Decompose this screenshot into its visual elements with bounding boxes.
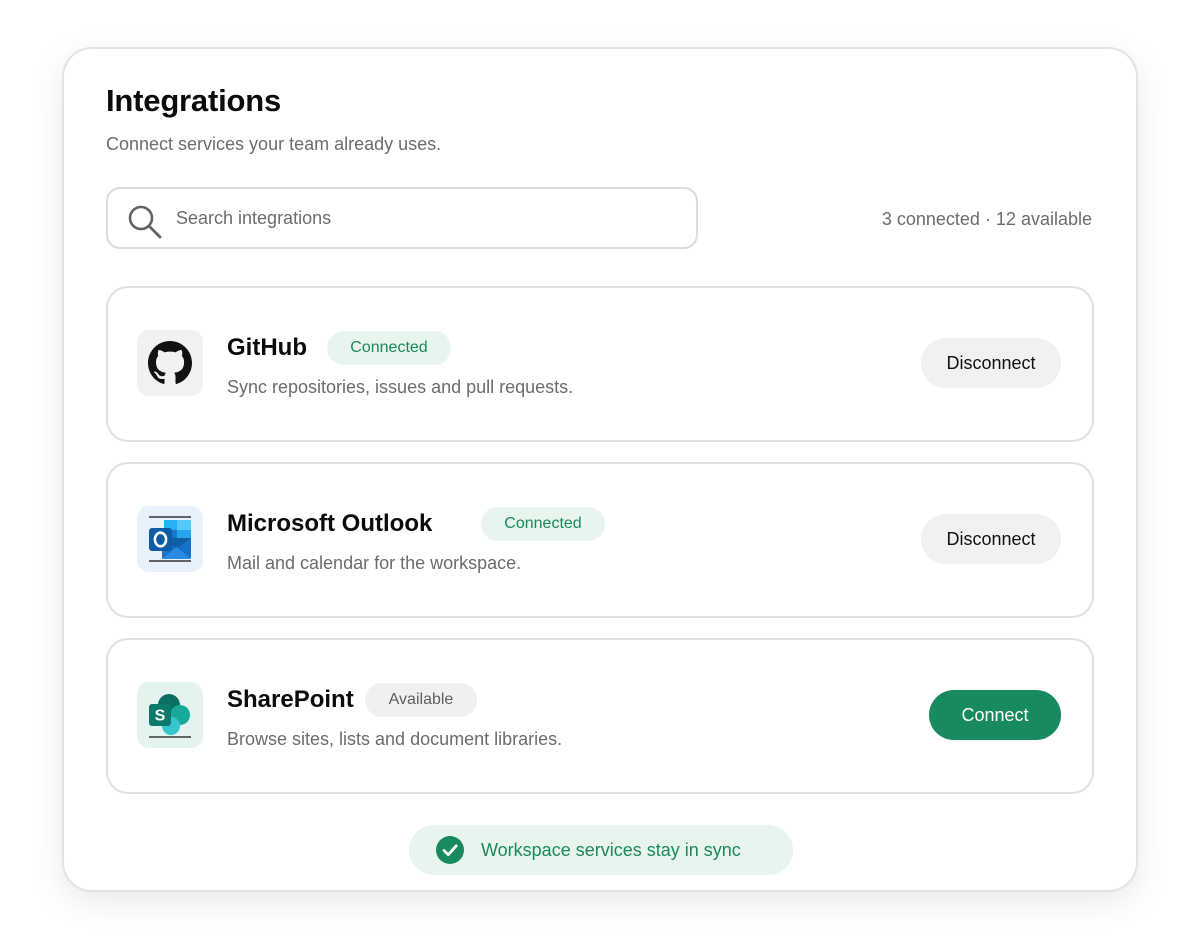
search-icon — [128, 205, 162, 239]
integration-description: Mail and calendar for the workspace. — [227, 553, 522, 573]
outlook-logo — [137, 506, 203, 572]
sync-status-pill: Workspace services stay in sync — [409, 825, 793, 875]
sharepoint-icon: S — [149, 694, 191, 738]
github-icon — [148, 341, 192, 384]
integration-name: SharePoint — [227, 686, 354, 713]
outlook-icon — [149, 516, 191, 562]
status-badge: Connected — [481, 507, 605, 541]
integration-card-github: GitHub Connected Sync repositories, issu… — [106, 286, 1094, 442]
sync-status-text: Workspace services stay in sync — [481, 840, 741, 860]
integration-counts: 3 connected · 12 available — [881, 209, 1092, 229]
disconnect-button[interactable]: Disconnect — [921, 338, 1061, 388]
integration-name: Microsoft Outlook — [227, 510, 433, 537]
sharepoint-logo: S — [137, 682, 203, 748]
status-badge: Connected — [327, 331, 451, 365]
status-badge: Available — [365, 683, 477, 717]
check-circle-icon — [436, 836, 464, 864]
integrations-panel: Integrations Connect services your team … — [62, 47, 1138, 892]
search-box[interactable] — [106, 187, 698, 249]
page-subtitle: Connect services your team already uses. — [106, 134, 442, 154]
disconnect-button[interactable]: Disconnect — [921, 514, 1061, 564]
github-logo — [137, 330, 203, 396]
integration-card-sharepoint: S SharePoint Available Browse sites, lis… — [106, 638, 1094, 794]
connect-button[interactable]: Connect — [929, 690, 1061, 740]
integration-description: Browse sites, lists and document librari… — [227, 729, 563, 749]
svg-text:S: S — [155, 708, 166, 725]
integration-description: Sync repositories, issues and pull reque… — [227, 377, 574, 397]
search-input[interactable] — [176, 203, 676, 233]
integration-card-outlook: Microsoft Outlook Connected Mail and cal… — [106, 462, 1094, 618]
integration-name: GitHub — [227, 334, 307, 361]
page-title: Integrations — [106, 83, 282, 118]
